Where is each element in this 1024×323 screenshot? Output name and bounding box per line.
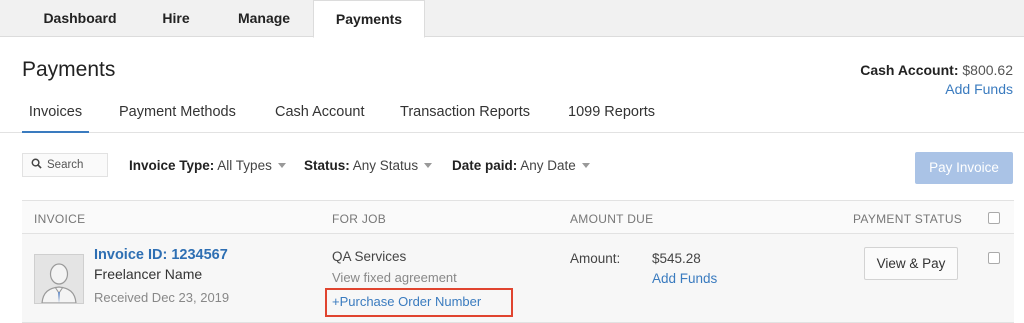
select-all-checkbox[interactable] bbox=[988, 212, 1000, 224]
top-tab-dashboard[interactable]: Dashboard bbox=[22, 0, 138, 37]
avatar bbox=[34, 254, 84, 304]
date-paid-filter[interactable]: Date paid: Any Date bbox=[452, 158, 590, 173]
search-placeholder: Search bbox=[47, 159, 84, 171]
date-paid-label: Date paid: bbox=[452, 158, 518, 173]
search-icon bbox=[31, 159, 42, 170]
amount-label: Amount: bbox=[570, 251, 621, 266]
amount-value: $545.28 bbox=[652, 251, 701, 266]
subtab-1099-reports[interactable]: 1099 Reports bbox=[568, 104, 655, 120]
subtab-transaction-reports[interactable]: Transaction Reports bbox=[400, 104, 530, 120]
invoice-type-label: Invoice Type: bbox=[129, 158, 215, 173]
caret-down-icon bbox=[581, 162, 590, 168]
status-filter[interactable]: Status: Any Status bbox=[304, 158, 433, 173]
cash-account-label: Cash Account: bbox=[860, 62, 959, 78]
invoice-type-value: All Types bbox=[217, 158, 272, 173]
pay-invoice-button[interactable]: Pay Invoice bbox=[915, 152, 1013, 184]
top-tab-payments[interactable]: Payments bbox=[313, 0, 425, 38]
invoice-id-link[interactable]: Invoice ID: 1234567 bbox=[94, 247, 228, 263]
top-nav: Dashboard Hire Manage Payments bbox=[0, 0, 1024, 38]
view-and-pay-button[interactable]: View & Pay bbox=[864, 247, 958, 280]
cash-account-summary: Cash Account: $800.62 Add Funds bbox=[860, 62, 1013, 97]
status-label: Status: bbox=[304, 158, 350, 173]
row-add-funds-link[interactable]: Add Funds bbox=[652, 271, 717, 286]
received-date: Received Dec 23, 2019 bbox=[94, 290, 230, 305]
page-title: Payments bbox=[22, 58, 116, 81]
freelancer-name: Freelancer Name bbox=[94, 266, 203, 282]
user-placeholder-icon bbox=[35, 255, 83, 304]
row-checkbox[interactable] bbox=[988, 252, 1000, 264]
job-title: QA Services bbox=[332, 249, 407, 264]
top-tab-manage[interactable]: Manage bbox=[214, 0, 314, 37]
subtab-cash-account[interactable]: Cash Account bbox=[275, 104, 364, 120]
caret-down-icon bbox=[424, 162, 433, 168]
cash-account-amount: $800.62 bbox=[962, 62, 1013, 78]
subtab-invoices[interactable]: Invoices bbox=[22, 104, 89, 133]
search-input[interactable]: Search bbox=[22, 153, 108, 177]
date-paid-value: Any Date bbox=[520, 158, 576, 173]
purchase-order-link[interactable]: +Purchase Order Number bbox=[332, 294, 481, 309]
subtab-payment-methods[interactable]: Payment Methods bbox=[119, 104, 236, 120]
add-funds-link[interactable]: Add Funds bbox=[860, 81, 1013, 97]
caret-down-icon bbox=[277, 162, 286, 168]
column-header-payment-status: PAYMENT STATUS bbox=[853, 212, 963, 226]
invoice-type-filter[interactable]: Invoice Type: All Types bbox=[129, 158, 286, 173]
invoice-table-header: INVOICE FOR JOB AMOUNT DUE PAYMENT STATU… bbox=[22, 200, 1014, 234]
column-header-for-job: FOR JOB bbox=[332, 212, 387, 226]
column-header-invoice: INVOICE bbox=[34, 212, 86, 226]
top-tab-hire[interactable]: Hire bbox=[138, 0, 214, 37]
view-agreement-link[interactable]: View fixed agreement bbox=[332, 270, 457, 285]
column-header-amount-due: AMOUNT DUE bbox=[570, 212, 654, 226]
status-value: Any Status bbox=[352, 158, 419, 173]
table-row: Invoice ID: 1234567 Freelancer Name Rece… bbox=[22, 234, 1014, 323]
payments-subnav: Invoices Payment Methods Cash Account Tr… bbox=[0, 97, 1024, 133]
